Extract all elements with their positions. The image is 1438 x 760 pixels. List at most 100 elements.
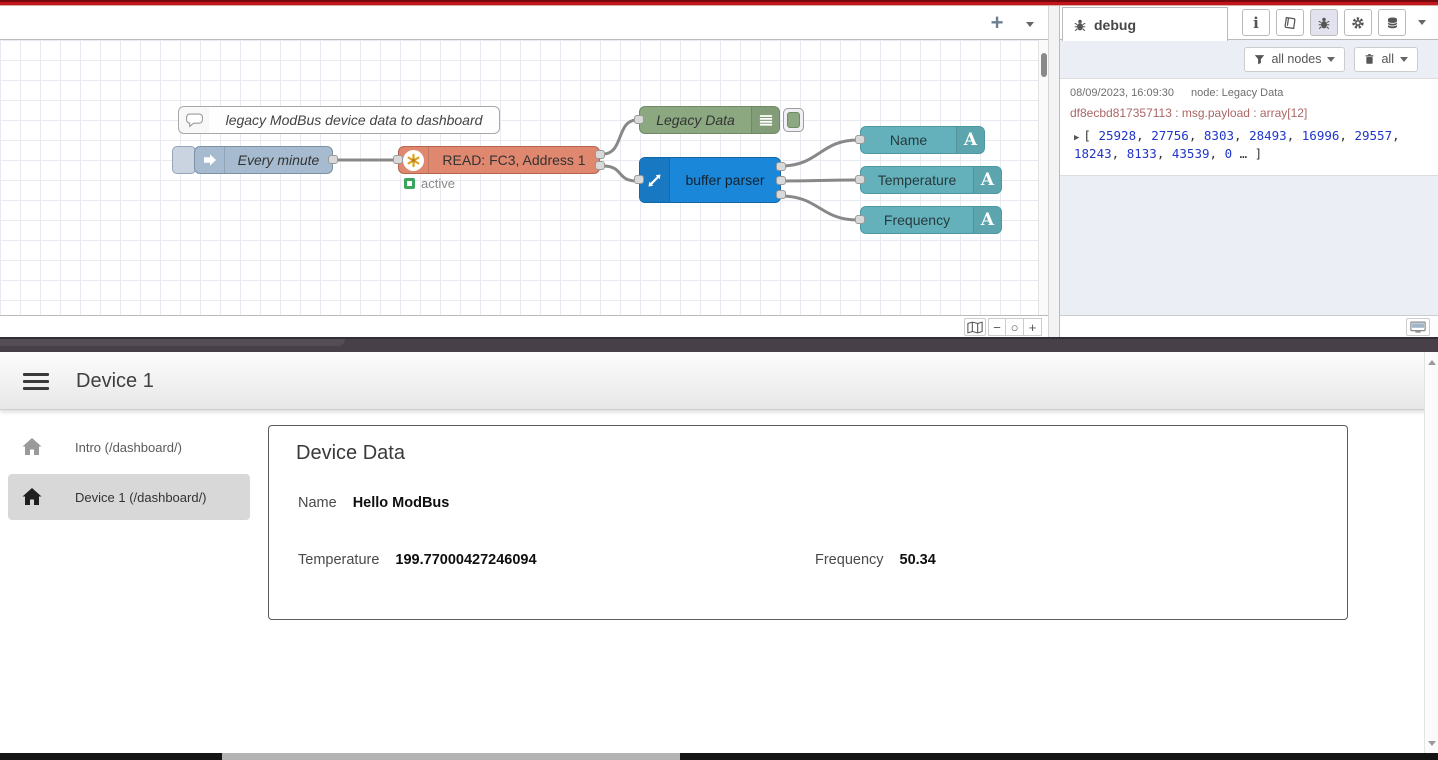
field-label: Name — [298, 495, 337, 511]
field-label: Temperature — [298, 552, 379, 568]
device-data-card: Device Data Name Hello ModBus Temperature… — [268, 425, 1348, 620]
window-divider-band — [0, 337, 1438, 352]
inject-output-port[interactable] — [328, 155, 338, 164]
scrollbar-thumb[interactable] — [1041, 53, 1047, 77]
zoom-out-button[interactable]: − — [988, 318, 1006, 336]
canvas-vertical-scrollbar[interactable] — [1038, 40, 1048, 315]
field-label: Frequency — [815, 552, 884, 568]
resize-arrows-icon — [640, 158, 670, 202]
field-temperature: Temperature199.77000427246094 — [298, 552, 537, 568]
inject-node-label: Every minute — [225, 147, 332, 173]
comment-icon — [179, 107, 209, 133]
screen: + legacy ModBus device data to d — [0, 0, 1438, 760]
ui-text-node-temperature[interactable]: Temperature A — [860, 166, 1002, 194]
modbus-input-port[interactable] — [393, 155, 403, 164]
chevron-down-icon — [1026, 22, 1034, 27]
flow-canvas[interactable]: legacy ModBus device data to dashboard E… — [0, 40, 1038, 315]
wire-parser-to-temperature[interactable] — [781, 180, 858, 181]
modbus-output-port-1[interactable] — [595, 150, 605, 159]
config-nodes-button[interactable] — [1344, 9, 1372, 36]
wire-read-to-debug[interactable] — [603, 120, 637, 154]
buffer-parser-node[interactable]: buffer parser — [639, 157, 781, 203]
node-red-editor-window: + legacy ModBus device data to d — [0, 0, 1438, 337]
nav-item-label: Device 1 (/dashboard/) — [75, 490, 207, 505]
bug-icon — [1073, 18, 1087, 32]
status-square-icon — [404, 178, 415, 189]
sidebar-menu-caret[interactable] — [1412, 15, 1432, 31]
taskbar-sliver — [0, 753, 1438, 760]
ui-temperature-input-port[interactable] — [855, 175, 865, 184]
inject-node[interactable]: Every minute — [194, 146, 333, 174]
sidebar-footer — [1060, 315, 1438, 337]
view-navigator-button[interactable] — [964, 318, 986, 336]
dash-nav-item[interactable]: Device 1 (/dashboard/) — [8, 474, 250, 520]
wire-parser-to-frequency[interactable] — [781, 196, 858, 220]
debug-timestamp: 08/09/2023, 16:09:30 — [1070, 87, 1174, 99]
text-widget-icon: A — [973, 167, 1001, 193]
sidebar-splitter[interactable] — [1048, 6, 1060, 337]
book-icon — [1282, 15, 1298, 31]
wire-parser-to-name[interactable] — [781, 140, 858, 166]
card-title: Device Data — [296, 442, 405, 465]
debug-filter-row: all nodes all — [1060, 40, 1438, 78]
ui-text-node-frequency[interactable]: Frequency A — [860, 206, 1002, 234]
field-value: Hello ModBus — [353, 495, 450, 511]
context-data-button[interactable] — [1378, 9, 1406, 36]
ui-temperature-label: Temperature — [861, 167, 973, 193]
canvas-footer: − ○ + — [0, 315, 1048, 337]
info-tab-button[interactable]: i — [1242, 9, 1270, 36]
filter-nodes-button[interactable]: all nodes — [1244, 47, 1345, 72]
home-icon — [20, 435, 44, 459]
gear-icon — [1351, 16, 1365, 30]
debug-tab-button[interactable] — [1310, 9, 1338, 36]
debug-source-node: node: Legacy Data — [1191, 87, 1283, 99]
chevron-down-icon — [1400, 57, 1408, 62]
open-in-window-button[interactable] — [1406, 318, 1430, 336]
window-tab-sliver — [0, 339, 345, 346]
expand-caret-icon[interactable]: ▶ — [1074, 133, 1079, 143]
zoom-reset-button[interactable]: ○ — [1006, 318, 1024, 336]
chevron-down-icon — [1418, 20, 1426, 25]
ui-name-input-port[interactable] — [855, 135, 865, 144]
clear-label: all — [1381, 52, 1394, 66]
dash-nav-item[interactable]: Intro (/dashboard/) — [8, 424, 250, 470]
dashboard-title: Device 1 — [76, 352, 154, 410]
debug-enable-toggle[interactable] — [783, 108, 804, 132]
modbus-icon — [399, 147, 429, 173]
modbus-output-port-2[interactable] — [595, 161, 605, 170]
home-icon — [20, 485, 44, 509]
buffer-parser-label: buffer parser — [670, 158, 780, 202]
comment-node[interactable]: legacy ModBus device data to dashboard — [178, 106, 500, 134]
debug-message[interactable]: 08/09/2023, 16:09:30 node: Legacy Data d… — [1060, 78, 1438, 176]
parser-input-port[interactable] — [634, 175, 644, 184]
funnel-icon — [1254, 54, 1265, 65]
scroll-down-button[interactable] — [1425, 736, 1438, 750]
wire-read-to-parser[interactable] — [603, 166, 637, 181]
dashboard-window: Device 1 Intro (/dashboard/) Device 1 (/… — [0, 352, 1438, 753]
debug-input-port[interactable] — [634, 115, 644, 124]
menu-toggle-button[interactable] — [23, 373, 49, 390]
modbus-read-label: READ: FC3, Address 1 — [429, 147, 599, 173]
parser-output-port-2[interactable] — [776, 176, 786, 185]
clear-messages-button[interactable]: all — [1354, 47, 1418, 72]
add-flow-button[interactable]: + — [984, 10, 1010, 36]
debug-node-label: Legacy Data — [640, 107, 751, 133]
debug-node[interactable]: Legacy Data — [639, 106, 780, 134]
debug-message-path: df8ecbd817357113 : msg.payload : array[1… — [1070, 106, 1428, 120]
modbus-read-node[interactable]: READ: FC3, Address 1 — [398, 146, 600, 174]
parser-output-port-1[interactable] — [776, 162, 786, 171]
inject-trigger-button[interactable] — [172, 146, 196, 174]
dashboard-scrollbar[interactable] — [1424, 352, 1438, 753]
parser-output-port-3[interactable] — [776, 190, 786, 199]
info-icon: i — [1253, 14, 1259, 32]
tab-debug[interactable]: debug — [1062, 7, 1228, 41]
ui-frequency-input-port[interactable] — [855, 215, 865, 224]
comment-label: legacy ModBus device data to dashboard — [209, 107, 499, 133]
flow-list-caret-button[interactable] — [1020, 16, 1040, 32]
ui-text-node-name[interactable]: Name A — [860, 126, 985, 154]
text-widget-icon: A — [956, 127, 984, 153]
help-tab-button[interactable] — [1276, 9, 1304, 36]
zoom-controls: − ○ + — [988, 318, 1042, 336]
scroll-up-button[interactable] — [1425, 355, 1438, 369]
zoom-in-button[interactable]: + — [1024, 318, 1042, 336]
